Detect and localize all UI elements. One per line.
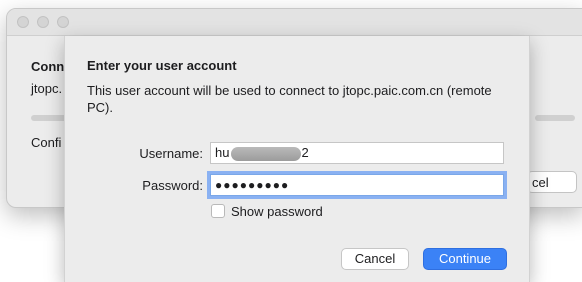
title-bar <box>7 9 582 36</box>
background-hostname: jtopc. <box>31 81 63 96</box>
username-prefix: hu <box>215 145 230 160</box>
close-window-icon[interactable] <box>17 16 29 28</box>
username-field[interactable]: hu 2 <box>210 142 504 164</box>
redaction-mask <box>231 146 302 161</box>
show-password-label[interactable]: Show password <box>231 204 323 219</box>
password-label: Password: <box>142 178 203 193</box>
sheet-title: Enter your user account <box>87 58 237 73</box>
minimize-window-icon[interactable] <box>37 16 49 28</box>
password-field[interactable]: ●●●●●●●●● <box>210 174 504 196</box>
username-label: Username: <box>139 146 203 161</box>
background-status: Confi <box>31 135 62 150</box>
username-suffix: 2 <box>301 145 309 160</box>
credentials-sheet: Enter your user account This user accoun… <box>64 36 530 282</box>
continue-button[interactable]: Continue <box>423 248 507 270</box>
show-password-checkbox[interactable] <box>211 204 225 218</box>
progress-bar-end <box>535 115 575 121</box>
background-heading: Conn <box>31 59 65 74</box>
background-cancel-button[interactable]: cel <box>527 171 577 193</box>
password-mask: ●●●●●●●●● <box>215 178 290 192</box>
cancel-button[interactable]: Cancel <box>341 248 409 270</box>
zoom-window-icon[interactable] <box>57 16 69 28</box>
sheet-description: This user account will be used to connec… <box>87 83 492 115</box>
